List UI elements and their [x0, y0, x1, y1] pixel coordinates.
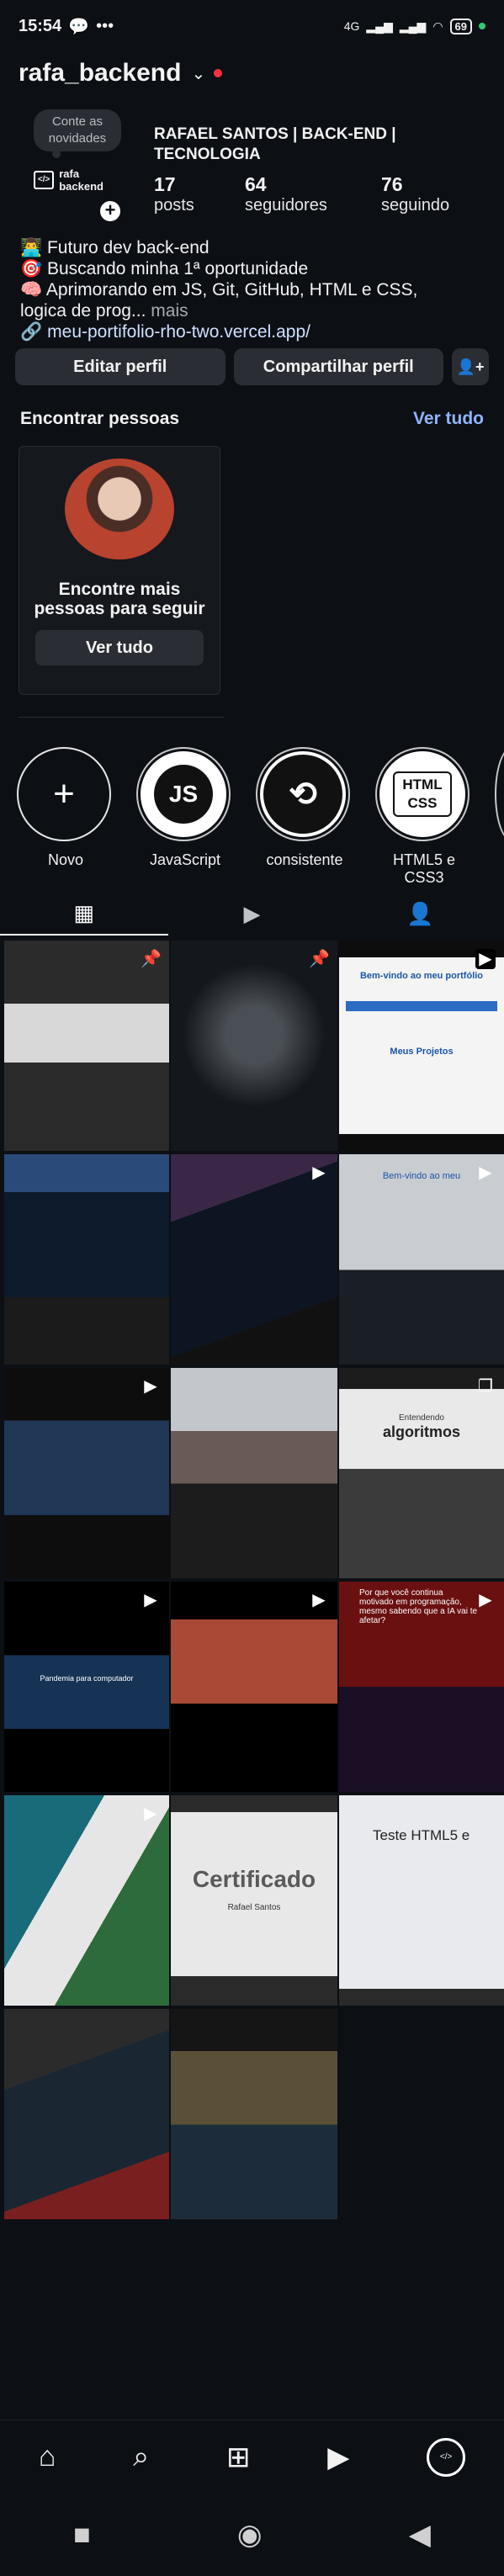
tab-reels-icon[interactable]: ▶ [168, 892, 337, 936]
note-bubble[interactable]: Conte as novidades [34, 109, 121, 158]
profile-stats: 17 posts 64 seguidores 76 seguindo [154, 173, 472, 215]
profile-header: rafa_backend ⌄ [19, 56, 485, 91]
post-thumbnail[interactable]: ▶ Pandemia para computador [4, 1582, 169, 1792]
profile-tabs: ▦ ▶ 👤 [0, 892, 504, 936]
carousel-icon: ❐ [478, 1377, 493, 1396]
post-nav-bar [346, 1001, 497, 1011]
find-people-card-text: Encontre mais pessoas para seguir [34, 580, 205, 618]
bio-website-link[interactable]: 🔗 meu-portifolio-rho-two.vercel.app/ [20, 321, 487, 342]
divider [19, 717, 224, 718]
create-post-icon[interactable]: ⊞ [226, 2441, 251, 2474]
system-navigation: ■ ◉ ◀ [0, 2494, 504, 2576]
post-thumbnail[interactable]: ▶ [171, 1154, 337, 1365]
status-bar: 15:54 💬 ••• 4G ▂▄▆ ▂▄▆ ◠ 69 [0, 0, 504, 52]
reel-icon: ▶ [144, 1377, 157, 1396]
highlight-new[interactable]: + Novo [17, 747, 114, 887]
bio-line: 🎯 Buscando minha 1ª oportunidade [20, 259, 309, 278]
more-icon: ••• [96, 16, 114, 35]
home-button-icon[interactable]: ◉ [237, 2518, 263, 2552]
reel-icon: ▶ [144, 1805, 157, 1823]
network-type: 4G [343, 19, 360, 33]
add-story-icon[interactable]: + [98, 199, 123, 224]
tab-grid-icon[interactable]: ▦ [0, 892, 168, 936]
gear-cycle-icon: ⟲ [289, 776, 317, 813]
profile-bio: 👨‍💻 Futuro dev back-end 🎯 Buscando minha… [20, 237, 487, 342]
post-thumbnail[interactable]: Certificado Rafael Santos [171, 1795, 337, 2006]
status-time: 15:54 [19, 16, 62, 35]
search-icon[interactable]: ⌕ [133, 2441, 149, 2473]
pin-icon: 📌 [141, 950, 162, 968]
highlight-consistente[interactable]: ⟲ consistente [256, 747, 353, 887]
post-thumbnail[interactable]: ▶ Por que você continua motivado em prog… [339, 1582, 504, 1792]
find-people-card[interactable]: Encontre mais pessoas para seguir Ver tu… [19, 446, 220, 695]
stat-following[interactable]: 76 seguindo [381, 173, 472, 215]
notification-dot-icon [214, 69, 223, 77]
posts-grid: 📌 📌 ▶ Bem-vindo ao meu portfólio Meus Pr… [4, 941, 504, 2219]
avatar-logo-text: rafa backend [59, 167, 103, 193]
post-thumbnail[interactable] [4, 2009, 169, 2219]
post-thumbnail[interactable]: ▶ Bem-vindo ao meu [339, 1154, 504, 1365]
bottom-navigation: ⌂ ⌕ ⊞ ▶ </> [0, 2420, 504, 2494]
chevron-down-icon[interactable]: ⌄ [191, 63, 205, 84]
find-people-title: Encontrar pessoas [20, 409, 180, 428]
reel-icon: ▶ [312, 1163, 326, 1182]
bio-line: 🧠 Aprimorando em JS, Git, GitHub, HTML e… [20, 280, 418, 299]
find-people-header: Encontrar pessoas Ver tudo [20, 409, 484, 429]
home-icon[interactable]: ⌂ [39, 2441, 56, 2473]
post-thumbnail[interactable]: ▶ [171, 1582, 337, 1792]
signal-icon-2: ▂▄▆ [399, 19, 427, 33]
bio-line: 👨‍💻 Futuro dev back-end [20, 238, 210, 257]
reels-icon[interactable]: ▶ [327, 2441, 349, 2474]
tab-tagged-icon[interactable]: 👤 [336, 892, 504, 936]
stat-posts[interactable]: 17 posts [154, 173, 245, 215]
html-css-icon: HTML CSS [393, 771, 452, 817]
post-thumbnail[interactable]: 📌 [4, 941, 169, 1151]
laptop-code-icon: </> [34, 171, 55, 189]
post-thumbnail[interactable] [4, 1154, 169, 1365]
privacy-dot-icon [479, 23, 485, 29]
see-all-link[interactable]: Ver tudo [413, 409, 484, 429]
add-person-icon[interactable]: 👤+ [452, 348, 489, 385]
highlight-partial[interactable] [495, 747, 504, 887]
post-thumbnail[interactable]: 📌 [171, 941, 337, 1151]
pin-icon: 📌 [309, 950, 330, 968]
recent-apps-icon[interactable]: ■ [73, 2519, 91, 2552]
profile-actions: Editar perfil Compartilhar perfil 👤+ [15, 348, 489, 385]
link-icon: 🔗 [20, 322, 43, 342]
post-thumbnail[interactable]: ❐ Entendendo algoritmos [339, 1368, 504, 1578]
post-thumbnail[interactable]: ▶ Bem-vindo ao meu portfólio Meus Projet… [339, 941, 504, 1151]
signal-icon: ▂▄▆ [366, 19, 393, 33]
see-all-button[interactable]: Ver tudo [35, 630, 204, 665]
reel-icon: ▶ [312, 1591, 326, 1609]
plus-icon: + [53, 773, 75, 814]
post-thumbnail[interactable]: ▶ [4, 1368, 169, 1578]
highlight-javascript[interactable]: JS JavaScript [136, 747, 234, 887]
reel-icon: ▶ [144, 1591, 157, 1609]
highlight-html-css[interactable]: HTML CSS HTML5 e CSS3 [375, 747, 473, 887]
post-thumbnail[interactable]: Teste HTML5 e [339, 1795, 504, 2006]
post-thumbnail[interactable] [171, 2009, 337, 2219]
avatar[interactable]: </> rafa backend + [34, 153, 123, 224]
wifi-icon: ◠ [432, 19, 443, 33]
back-icon[interactable]: ◀ [409, 2518, 431, 2552]
bio-more-link[interactable]: mais [151, 301, 188, 321]
profile-avatar-icon[interactable]: </> [427, 2437, 466, 2477]
post-thumbnail[interactable] [171, 1368, 337, 1578]
reel-icon: ▶ [475, 949, 496, 969]
profile-full-name: RAFAEL SANTOS | BACK-END | TECNOLOGIA [154, 125, 396, 163]
stat-followers[interactable]: 64 seguidores [245, 173, 381, 215]
battery-icon: 69 [449, 18, 472, 34]
suggested-profile-picture [65, 458, 174, 559]
share-profile-button[interactable]: Compartilhar perfil [233, 348, 443, 385]
javascript-icon: JS [154, 765, 213, 824]
edit-profile-button[interactable]: Editar perfil [15, 348, 225, 385]
story-highlights: + Novo JS JavaScript ⟲ consistente HTML … [17, 747, 504, 887]
bio-line: logica de prog... mais [20, 301, 188, 321]
message-icon: 💬 [68, 17, 90, 36]
username-title[interactable]: rafa_backend [19, 59, 181, 87]
post-thumbnail[interactable]: ▶ [4, 1795, 169, 2006]
